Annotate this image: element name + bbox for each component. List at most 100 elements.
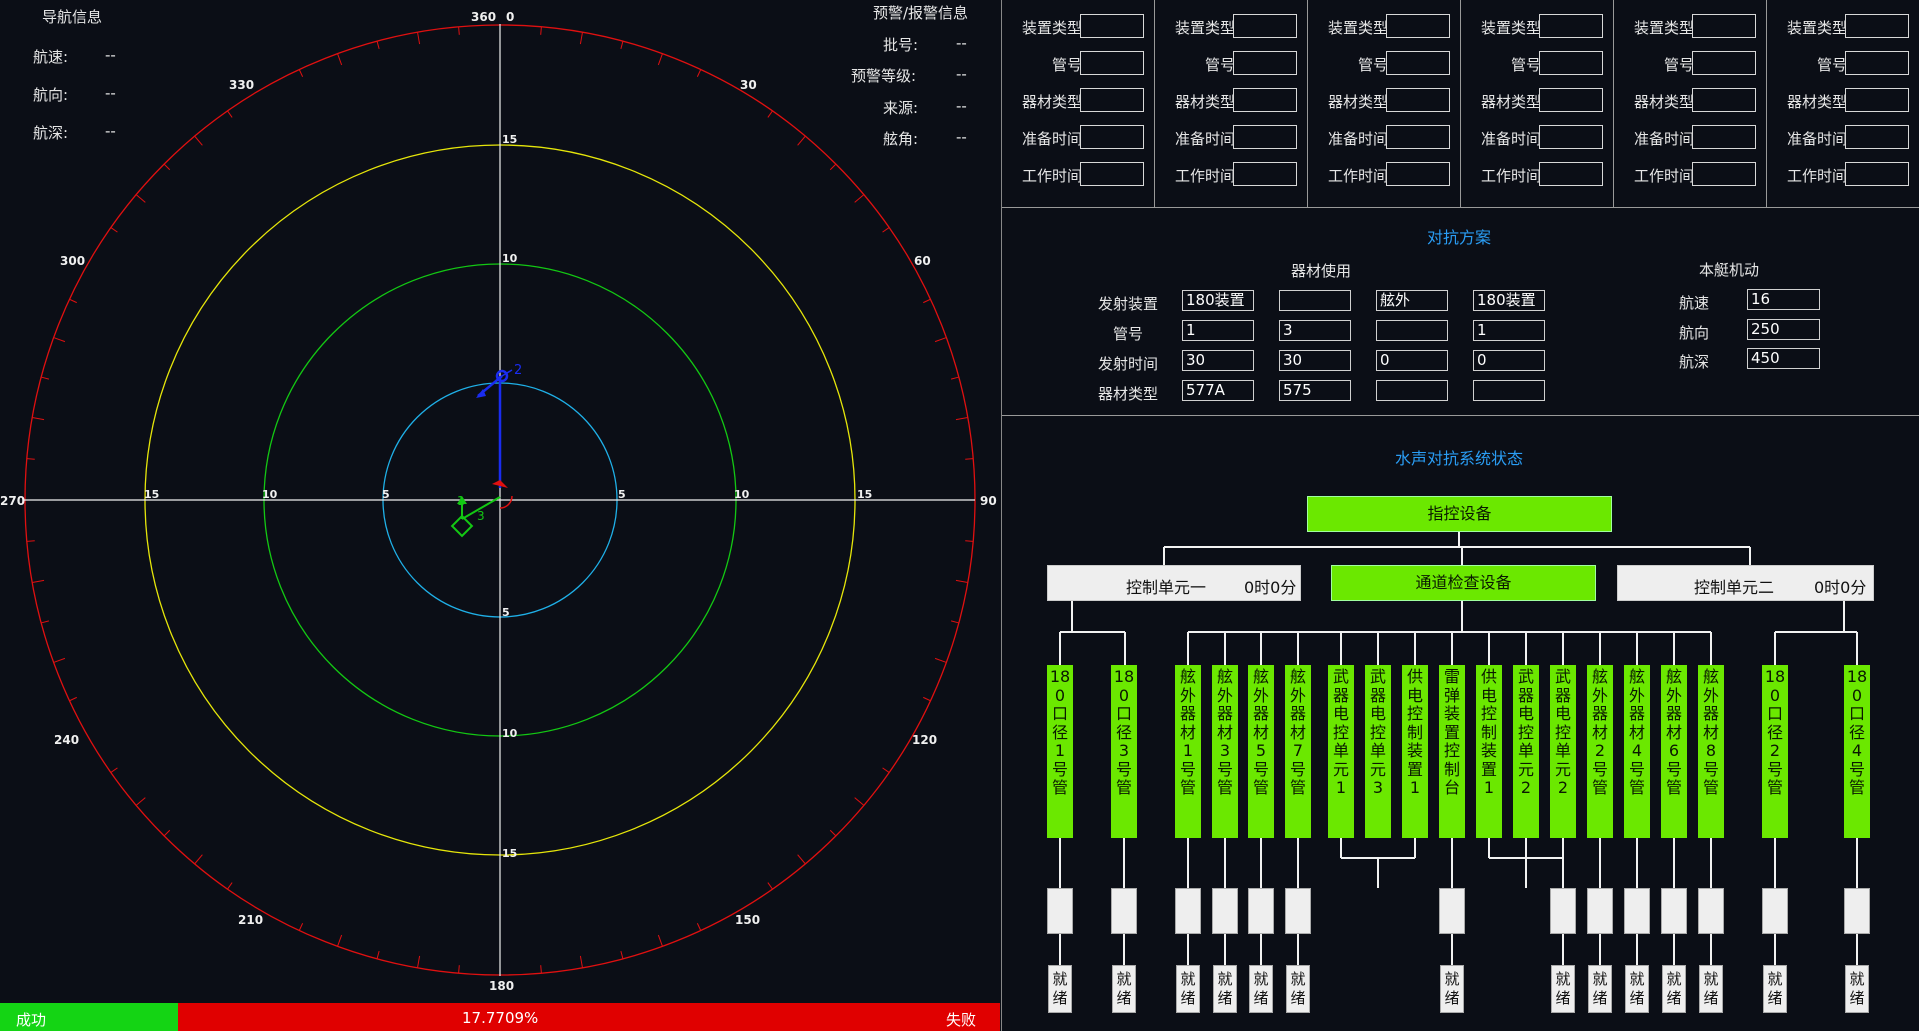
equipment-item[interactable]: 180口径4号管 xyxy=(1844,665,1870,838)
bearing-tick xyxy=(923,298,931,304)
nav-speed-label: 航速: xyxy=(33,48,69,66)
bearing-tick xyxy=(163,163,171,171)
bearing-tick xyxy=(417,955,421,968)
bearing-tick xyxy=(950,620,959,624)
nav-heading-label: 航向: xyxy=(33,86,69,104)
range-label: 5 xyxy=(382,488,390,501)
bearing-label: 240 xyxy=(54,733,79,747)
equipment-item[interactable]: 180口径3号管 xyxy=(1111,665,1137,838)
ready-status: 就绪 xyxy=(1845,965,1869,1013)
equipment-item[interactable]: 180口径2号管 xyxy=(1762,665,1788,838)
warn-angle-value: -- xyxy=(956,128,967,146)
status-progress-bar: 成功 17.7709% 失败 xyxy=(0,1003,1000,1031)
bearing-label: 60 xyxy=(914,254,931,268)
nav-heading-value: -- xyxy=(105,84,116,102)
nav-info-title: 导航信息 xyxy=(42,8,103,26)
equipment-item[interactable]: 舷外器材6号管 xyxy=(1661,665,1687,838)
bearing-tick xyxy=(110,767,118,773)
bearing-tick xyxy=(829,163,837,171)
command-device-box[interactable]: 指控设备 xyxy=(1307,496,1612,532)
nav-speed-value: -- xyxy=(105,46,116,64)
warn-level-label: 预警等级: xyxy=(851,67,917,85)
bearing-tick xyxy=(696,69,702,77)
own-ship-arc xyxy=(499,495,513,509)
equipment-item[interactable]: 供电控制装置1 xyxy=(1476,665,1502,838)
warn-angle-label: 舷角: xyxy=(883,130,919,148)
bearing-tick xyxy=(227,882,233,890)
equipment-item[interactable]: 武器电控单元3 xyxy=(1365,665,1391,838)
equipment-indicator xyxy=(1212,888,1238,934)
ready-status: 就绪 xyxy=(1763,965,1787,1013)
bearing-tick xyxy=(458,26,460,35)
bearing-tick xyxy=(337,934,343,947)
bearing-tick xyxy=(829,829,837,837)
nav-depth-value: -- xyxy=(105,122,116,140)
radar-display: 360 0306090120150180210240270300330151010… xyxy=(0,10,997,993)
range-label: 10 xyxy=(734,488,750,501)
bearing-tick xyxy=(163,829,171,837)
equipment-indicator xyxy=(1762,888,1788,934)
bearing-tick xyxy=(227,110,233,118)
bearing-tick xyxy=(26,458,35,460)
warn-source-label: 来源: xyxy=(883,99,919,117)
equipment-item[interactable]: 180口径1号管 xyxy=(1047,665,1073,838)
bearing-tick xyxy=(135,194,146,203)
equipment-indicator xyxy=(1661,888,1687,934)
bearing-tick xyxy=(135,797,146,806)
control-unit-1-box[interactable]: 控制单元一 0时0分 xyxy=(1047,565,1301,601)
range-label: 15 xyxy=(502,847,517,860)
radar-panel: 360 0 30 60 90 120 150 180 210 240 270 300 330 15 10 10… xyxy=(0,0,1000,1003)
equipment-indicator xyxy=(1285,888,1311,934)
equipment-item[interactable]: 武器电控单元1 xyxy=(1328,665,1354,838)
bearing-tick xyxy=(458,965,460,974)
bearing-tick xyxy=(955,579,968,583)
equipment-item[interactable]: 供电控制装置1 xyxy=(1402,665,1428,838)
bearing-label: 0 xyxy=(506,10,514,24)
equipment-item[interactable]: 舷外器材7号管 xyxy=(1285,665,1311,838)
bearing-tick xyxy=(337,53,343,66)
ready-status: 就绪 xyxy=(1699,965,1723,1013)
control-unit-2-box[interactable]: 控制单元二 0时0分 xyxy=(1617,565,1874,601)
equipment-item[interactable]: 舷外器材2号管 xyxy=(1587,665,1613,838)
bearing-tick xyxy=(298,69,304,77)
warn-batch-value: -- xyxy=(956,34,967,52)
bearing-tick xyxy=(882,227,890,233)
bearing-label: 150 xyxy=(735,913,760,927)
bearing-label: 360 xyxy=(471,10,496,24)
channel-check-box[interactable]: 通道检查设备 xyxy=(1331,565,1596,601)
equipment-item[interactable]: 舷外器材1号管 xyxy=(1175,665,1201,838)
control-unit-1-time: 0时0分 xyxy=(1244,578,1297,597)
equipment-item[interactable]: 舷外器材3号管 xyxy=(1212,665,1238,838)
equipment-item[interactable]: 舷外器材8号管 xyxy=(1698,665,1724,838)
bearing-tick xyxy=(53,337,66,343)
nav-depth-label: 航深: xyxy=(33,124,69,142)
ready-status: 就绪 xyxy=(1662,965,1686,1013)
bearing-tick xyxy=(32,417,45,421)
warn-level-value: -- xyxy=(956,65,967,83)
equipment-indicator xyxy=(1550,888,1576,934)
bearing-tick xyxy=(882,767,890,773)
equipment-item[interactable]: 武器电控单元2 xyxy=(1550,665,1576,838)
equipment-item[interactable]: 雷弹装置控制台 xyxy=(1439,665,1465,838)
bearing-tick xyxy=(26,540,35,542)
bearing-tick xyxy=(194,135,203,146)
equipment-item[interactable]: 舷外器材5号管 xyxy=(1248,665,1274,838)
bearing-tick xyxy=(620,950,624,959)
status-success-label: 成功 xyxy=(16,1011,47,1029)
control-unit-2-time: 0时0分 xyxy=(1814,578,1867,597)
bearing-label: 330 xyxy=(229,78,254,92)
equipment-item[interactable]: 武器电控单元2 xyxy=(1513,665,1539,838)
bearing-tick xyxy=(41,376,50,380)
range-label: 10 xyxy=(502,727,518,740)
equipment-item[interactable]: 舷外器材4号管 xyxy=(1624,665,1650,838)
range-label: 15 xyxy=(857,488,872,501)
ready-status: 就绪 xyxy=(1176,965,1200,1013)
ready-status: 就绪 xyxy=(1048,965,1072,1013)
warn-info-title: 预警/报警信息 xyxy=(873,4,969,22)
blue-target-label: 2 xyxy=(514,363,522,378)
bearing-tick xyxy=(923,696,931,702)
equipment-indicator xyxy=(1844,888,1870,934)
equipment-indicator xyxy=(1047,888,1073,934)
range-label: 5 xyxy=(502,606,510,619)
bearing-tick xyxy=(797,135,806,146)
